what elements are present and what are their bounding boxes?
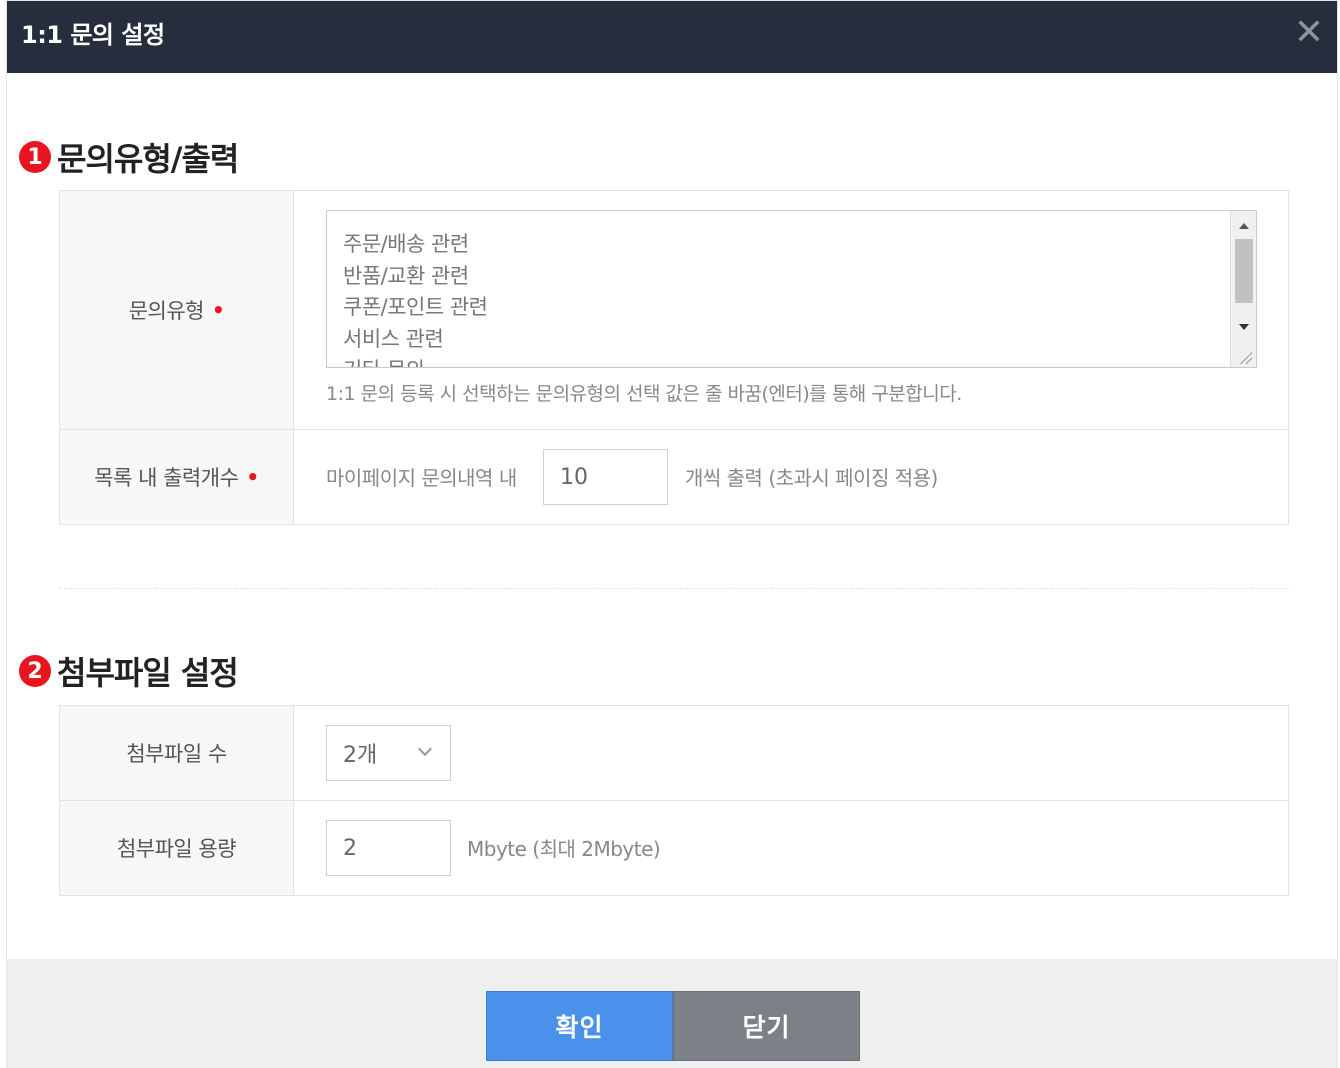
- chevron-down-icon: [417, 741, 433, 757]
- scroll-down-icon[interactable]: [1239, 324, 1249, 330]
- file-size-input[interactable]: 2: [326, 820, 451, 876]
- section-number-badge: 2: [19, 655, 51, 687]
- inquiry-type-cell: 주문/배송 관련 반품/교환 관련 쿠폰/포인트 관련 서비스 관련 기타 문의…: [294, 191, 1288, 429]
- list-count-prefix: 마이페이지 문의내역 내: [326, 466, 517, 490]
- form-row-list-count: 목록 내 출력개수 • 마이페이지 문의내역 내 10 개씩 출력 (초과시 페…: [60, 430, 1288, 524]
- inquiry-type-textarea[interactable]: 주문/배송 관련 반품/교환 관련 쿠폰/포인트 관련 서비스 관련 기타 문의: [326, 210, 1257, 368]
- field-label: 문의유형: [128, 299, 205, 323]
- attachment-form: 첨부파일 수 2개 첨부파일 용량 2 Mbyte (최대 2Mbyte): [59, 705, 1289, 896]
- section-number-badge: 1: [19, 141, 51, 173]
- section-heading-inquiry-type: 1 문의유형/출력: [19, 134, 239, 180]
- field-label: 첨부파일 수: [126, 742, 227, 766]
- file-size-cell: 2 Mbyte (최대 2Mbyte): [294, 801, 1288, 895]
- inquiry-type-option: 기타 문의: [343, 355, 1256, 367]
- inquiry-type-option: 주문/배송 관련: [343, 232, 469, 256]
- inquiry-type-form: 문의유형 • 주문/배송 관련 반품/교환 관련 쿠폰/포인트 관련 서비스 관…: [59, 190, 1289, 525]
- scroll-up-icon[interactable]: [1239, 223, 1249, 229]
- form-row-file-size: 첨부파일 용량 2 Mbyte (최대 2Mbyte): [60, 801, 1288, 895]
- section-title: 문의유형/출력: [57, 140, 239, 178]
- file-count-selected: 2개: [343, 743, 378, 768]
- required-mark: •: [211, 298, 225, 322]
- file-size-suffix: Mbyte (최대 2Mbyte): [467, 837, 661, 861]
- file-size-label: 첨부파일 용량: [60, 801, 294, 895]
- list-count-label: 목록 내 출력개수 •: [60, 430, 294, 524]
- inquiry-type-option: 반품/교환 관련: [343, 263, 469, 288]
- scroll-thumb[interactable]: [1235, 239, 1253, 303]
- file-count-select[interactable]: 2개: [326, 725, 451, 781]
- inquiry-type-options: 주문/배송 관련 반품/교환 관련 쿠폰/포인트 관련 서비스 관련 기타 문의: [327, 211, 1256, 367]
- inquiry-settings-dialog: 1:1 문의 설정 ✕ 1 문의유형/출력 문의유형 • 주문/배송 관련 반품…: [6, 0, 1338, 1068]
- form-row-file-count: 첨부파일 수 2개: [60, 706, 1288, 801]
- inquiry-type-option: 쿠폰/포인트 관련: [343, 295, 488, 319]
- file-count-label: 첨부파일 수: [60, 706, 294, 800]
- section-heading-attachment: 2 첨부파일 설정: [19, 648, 239, 694]
- list-count-cell: 마이페이지 문의내역 내 10 개씩 출력 (초과시 페이징 적용): [294, 430, 1288, 524]
- dialog-footer: 확인 닫기: [7, 959, 1337, 1068]
- close-icon[interactable]: ✕: [1289, 13, 1329, 53]
- list-count-input[interactable]: 10: [543, 449, 668, 505]
- dialog-titlebar: 1:1 문의 설정 ✕: [7, 1, 1337, 73]
- file-count-cell: 2개: [294, 706, 1288, 800]
- dialog-title: 1:1 문의 설정: [21, 21, 165, 49]
- inquiry-type-help-text: 1:1 문의 등록 시 선택하는 문의유형의 선택 값은 줄 바꿈(엔터)를 통…: [326, 383, 962, 405]
- section-divider: [59, 588, 1289, 589]
- textarea-scrollbar[interactable]: [1230, 211, 1256, 367]
- form-row-inquiry-type: 문의유형 • 주문/배송 관련 반품/교환 관련 쿠폰/포인트 관련 서비스 관…: [60, 191, 1288, 430]
- section-title: 첨부파일 설정: [57, 654, 239, 692]
- field-label: 첨부파일 용량: [116, 837, 237, 861]
- inquiry-type-option: 서비스 관련: [343, 326, 444, 351]
- field-label: 목록 내 출력개수: [94, 466, 239, 490]
- required-mark: •: [246, 465, 259, 489]
- close-button[interactable]: 닫기: [673, 991, 860, 1061]
- inquiry-type-label: 문의유형 •: [60, 191, 294, 429]
- resize-handle-icon[interactable]: [1240, 352, 1252, 364]
- list-count-suffix: 개씩 출력 (초과시 페이징 적용): [685, 466, 938, 490]
- confirm-button[interactable]: 확인: [486, 991, 673, 1061]
